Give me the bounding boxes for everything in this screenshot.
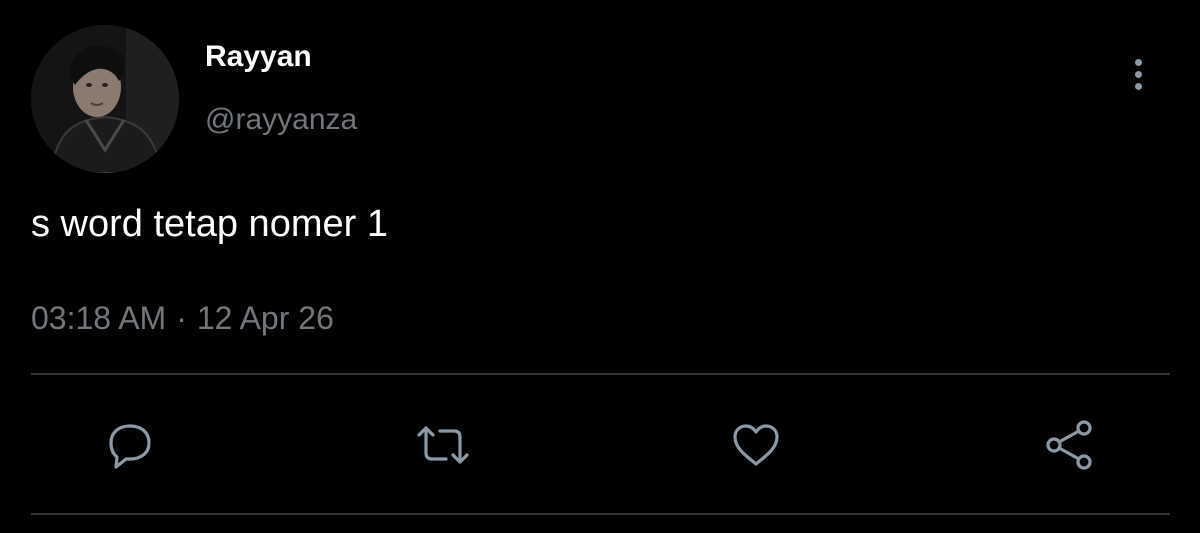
meta-separator: · bbox=[176, 300, 187, 336]
divider bbox=[31, 513, 1170, 515]
divider bbox=[31, 373, 1170, 375]
action-bar bbox=[0, 415, 1200, 475]
more-vertical-icon bbox=[1134, 58, 1142, 66]
share-icon bbox=[1046, 420, 1092, 470]
reply-button[interactable] bbox=[100, 415, 160, 475]
user-handle[interactable]: @rayyanza bbox=[205, 103, 357, 137]
more-options-button[interactable] bbox=[1118, 52, 1158, 96]
tweet-time[interactable]: 03:18 AM bbox=[31, 300, 166, 336]
tweet-metadata: 03:18 AM · 12 Apr 26 bbox=[31, 300, 334, 337]
retweet-icon bbox=[417, 426, 469, 464]
share-button[interactable] bbox=[1040, 415, 1100, 475]
display-name[interactable]: Rayyan bbox=[205, 40, 312, 74]
retweet-button[interactable] bbox=[413, 415, 473, 475]
more-vertical-icon-dot bbox=[1134, 82, 1142, 90]
avatar[interactable] bbox=[31, 25, 179, 173]
reply-icon bbox=[109, 424, 151, 469]
heart-icon bbox=[733, 424, 779, 466]
tweet-card: Rayyan @rayyanza s word tetap nomer 1 03… bbox=[0, 0, 1200, 533]
avatar-photo bbox=[31, 25, 179, 173]
like-button[interactable] bbox=[726, 415, 786, 475]
tweet-date[interactable]: 12 Apr 26 bbox=[197, 300, 334, 336]
more-vertical-icon-dot bbox=[1134, 70, 1142, 78]
tweet-text: s word tetap nomer 1 bbox=[31, 203, 388, 245]
